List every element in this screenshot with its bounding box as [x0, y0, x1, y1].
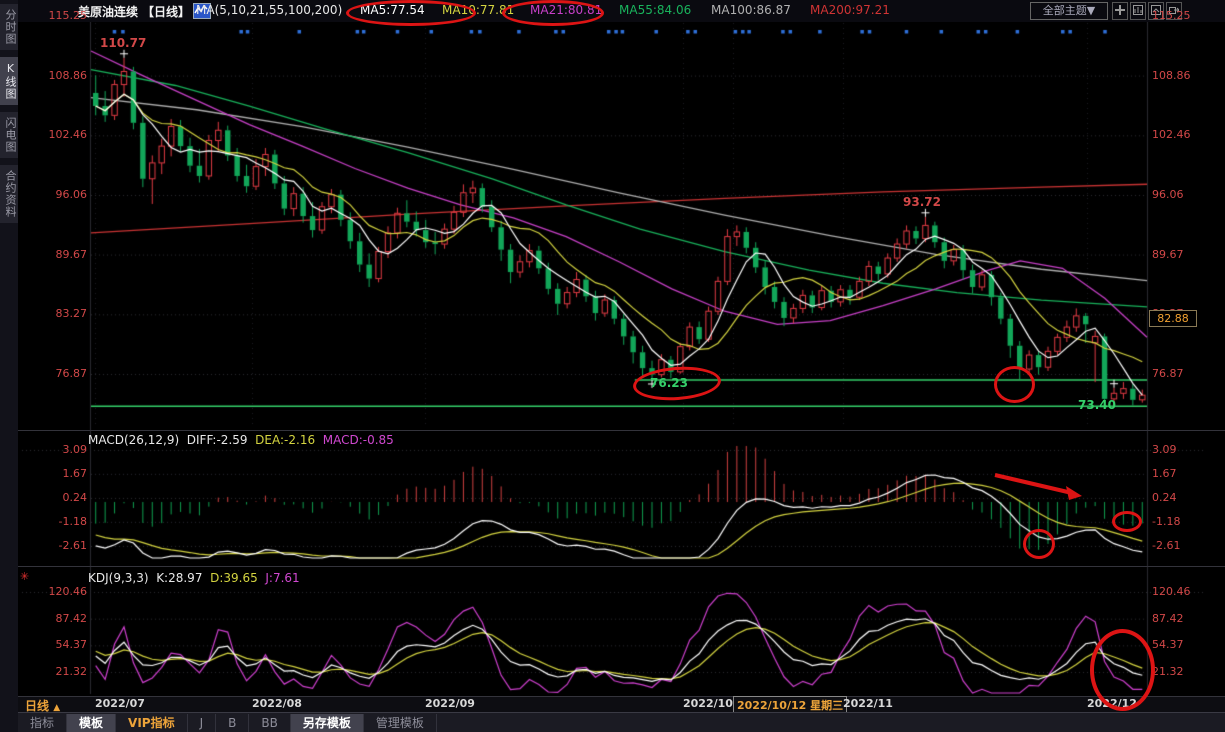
date-axis: 日线 ▲ 2022/072022/082022/092022/102022/10…: [18, 697, 1225, 712]
date-tick-label: 2022/11: [843, 697, 893, 710]
chart-up-panel-icon[interactable]: [1130, 2, 1146, 20]
kdj-j-value: J:7.61: [265, 571, 299, 585]
ma55-value: MA55:84.06: [619, 3, 691, 17]
axis-tick-label: 0.24: [25, 491, 87, 505]
axis-tick-label: 1.67: [25, 467, 87, 481]
period-selector-label: 日线: [25, 699, 49, 713]
left-sidebar: 分时图 K线图 闪电图 合约资料: [0, 0, 19, 732]
axis-tick-label: 76.87: [25, 367, 87, 381]
axis-tick-label: 102.46: [25, 128, 87, 142]
sidebar-tab-time-chart[interactable]: 分时图: [0, 4, 18, 50]
axis-tick-label: 96.06: [25, 188, 87, 202]
sidebar-tab-kline-chart[interactable]: K线图: [0, 57, 18, 105]
instrument-title: 美原油连续: [78, 3, 138, 20]
toolbar-tab-bb[interactable]: BB: [249, 714, 290, 732]
support-price-label: 73.40: [1078, 398, 1116, 412]
axis-tick-label: 87.42: [25, 612, 87, 626]
ma21-value: MA21:80.81: [530, 3, 602, 17]
ma-params-label: MA(5,10,21,55,100,200): [196, 3, 342, 17]
period-tag: 【日线】: [142, 3, 190, 20]
date-tick-label: 2022/12: [1087, 697, 1137, 710]
axis-tick-label: -1.18: [25, 515, 87, 529]
date-tick-label: 2022/10: [683, 697, 733, 710]
axis-tick-label: -2.61: [25, 539, 87, 553]
axis-tick-label: 1.67: [1152, 467, 1177, 481]
panel-separator: [18, 566, 1225, 567]
axis-tick-label: 108.86: [25, 69, 87, 83]
ma100-value: MA100:86.87: [711, 3, 791, 17]
macd-dea-value: DEA:-2.16: [255, 433, 315, 447]
axis-tick-label: -2.61: [1152, 539, 1180, 553]
toolbar-tab-manage-template[interactable]: 管理模板: [364, 714, 437, 732]
top-bar: 美原油连续 【日线】 MA(5,10,21,55,100,200) MA5:77…: [18, 0, 1225, 22]
macd-params: MACD(26,12,9): [88, 433, 179, 447]
axis-tick-label: 102.46: [1152, 128, 1191, 142]
axis-tick-label: 120.46: [25, 585, 87, 599]
panel-separator: [18, 430, 1225, 431]
toolbar-tab-save-template[interactable]: 另存模板: [291, 714, 364, 732]
sidebar-tab-contract-info[interactable]: 合约资料: [0, 165, 18, 223]
axis-tick-label: 87.42: [1152, 612, 1184, 626]
axis-tick-label: 96.06: [1152, 188, 1184, 202]
layout-split-icon[interactable]: [1112, 2, 1128, 20]
axis-tick-label: 83.27: [25, 307, 87, 321]
axis-tick-label: 21.32: [1152, 665, 1184, 679]
axis-tick-label: 115.25: [1152, 9, 1191, 23]
macd-diff-value: DIFF:-2.59: [187, 433, 248, 447]
axis-tick-label: 21.32: [25, 665, 87, 679]
axis-tick-label: 89.67: [1152, 248, 1184, 262]
crosshair-price-badge: 82.88: [1149, 310, 1197, 327]
support-price-label: 76.23: [650, 376, 688, 390]
date-tick-label: 2022/09: [425, 697, 475, 710]
axis-tick-label: 54.37: [25, 638, 87, 652]
kdj-k-value: K:28.97: [156, 571, 202, 585]
chart-canvas[interactable]: [0, 0, 1225, 732]
axis-tick-label: 3.09: [1152, 443, 1177, 457]
kdj-params: KDJ(9,3,3): [88, 571, 149, 585]
swing-high-label: 93.72: [903, 195, 941, 209]
bottom-toolbar: 指标模板VIP指标JBBB另存模板管理模板: [18, 712, 1225, 732]
axis-tick-label: -1.18: [1152, 515, 1180, 529]
axis-tick-label: 120.46: [1152, 585, 1191, 599]
ma5-value: MA5:77.54: [360, 3, 425, 17]
kdj-d-value: D:39.65: [210, 571, 258, 585]
swing-high-label: 110.77: [100, 36, 146, 50]
kdj-settings-icon[interactable]: ✳: [20, 570, 29, 583]
ma10-value: MA10:77.81: [442, 3, 514, 17]
axis-tick-label: 76.87: [1152, 367, 1184, 381]
axis-tick-label: 3.09: [25, 443, 87, 457]
axis-tick-label: 54.37: [1152, 638, 1184, 652]
axis-tick-label: 89.67: [25, 248, 87, 262]
toolbar-tab-template[interactable]: 模板: [67, 714, 116, 732]
toolbar-tab-j[interactable]: J: [188, 714, 217, 732]
axis-tick-label: 108.86: [1152, 69, 1191, 83]
axis-tick-label: 115.25: [25, 9, 87, 23]
sidebar-tab-lightning-chart[interactable]: 闪电图: [0, 112, 18, 158]
trading-app-window: 分时图 K线图 闪电图 合约资料 美原油连续 【日线】 MA(5,10,21,5…: [0, 0, 1225, 732]
theme-dropdown-button[interactable]: 全部主题▼: [1030, 2, 1108, 20]
macd-bar-value: MACD:-0.85: [323, 433, 394, 447]
kdj-header: KDJ(9,3,3) K:28.97 D:39.65 J:7.61: [88, 571, 300, 585]
axis-tick-label: 0.24: [1152, 491, 1177, 505]
macd-header: MACD(26,12,9) DIFF:-2.59 DEA:-2.16 MACD:…: [88, 433, 394, 447]
toolbar-tab-indicators[interactable]: 指标: [18, 714, 67, 732]
toolbar-tab-vip-indicators[interactable]: VIP指标: [116, 714, 188, 732]
date-tick-label: 2022/07: [95, 697, 145, 710]
toolbar-tab-b[interactable]: B: [216, 714, 249, 732]
ma200-value: MA200:97.21: [810, 3, 890, 17]
date-tick-label: 2022/08: [252, 697, 302, 710]
